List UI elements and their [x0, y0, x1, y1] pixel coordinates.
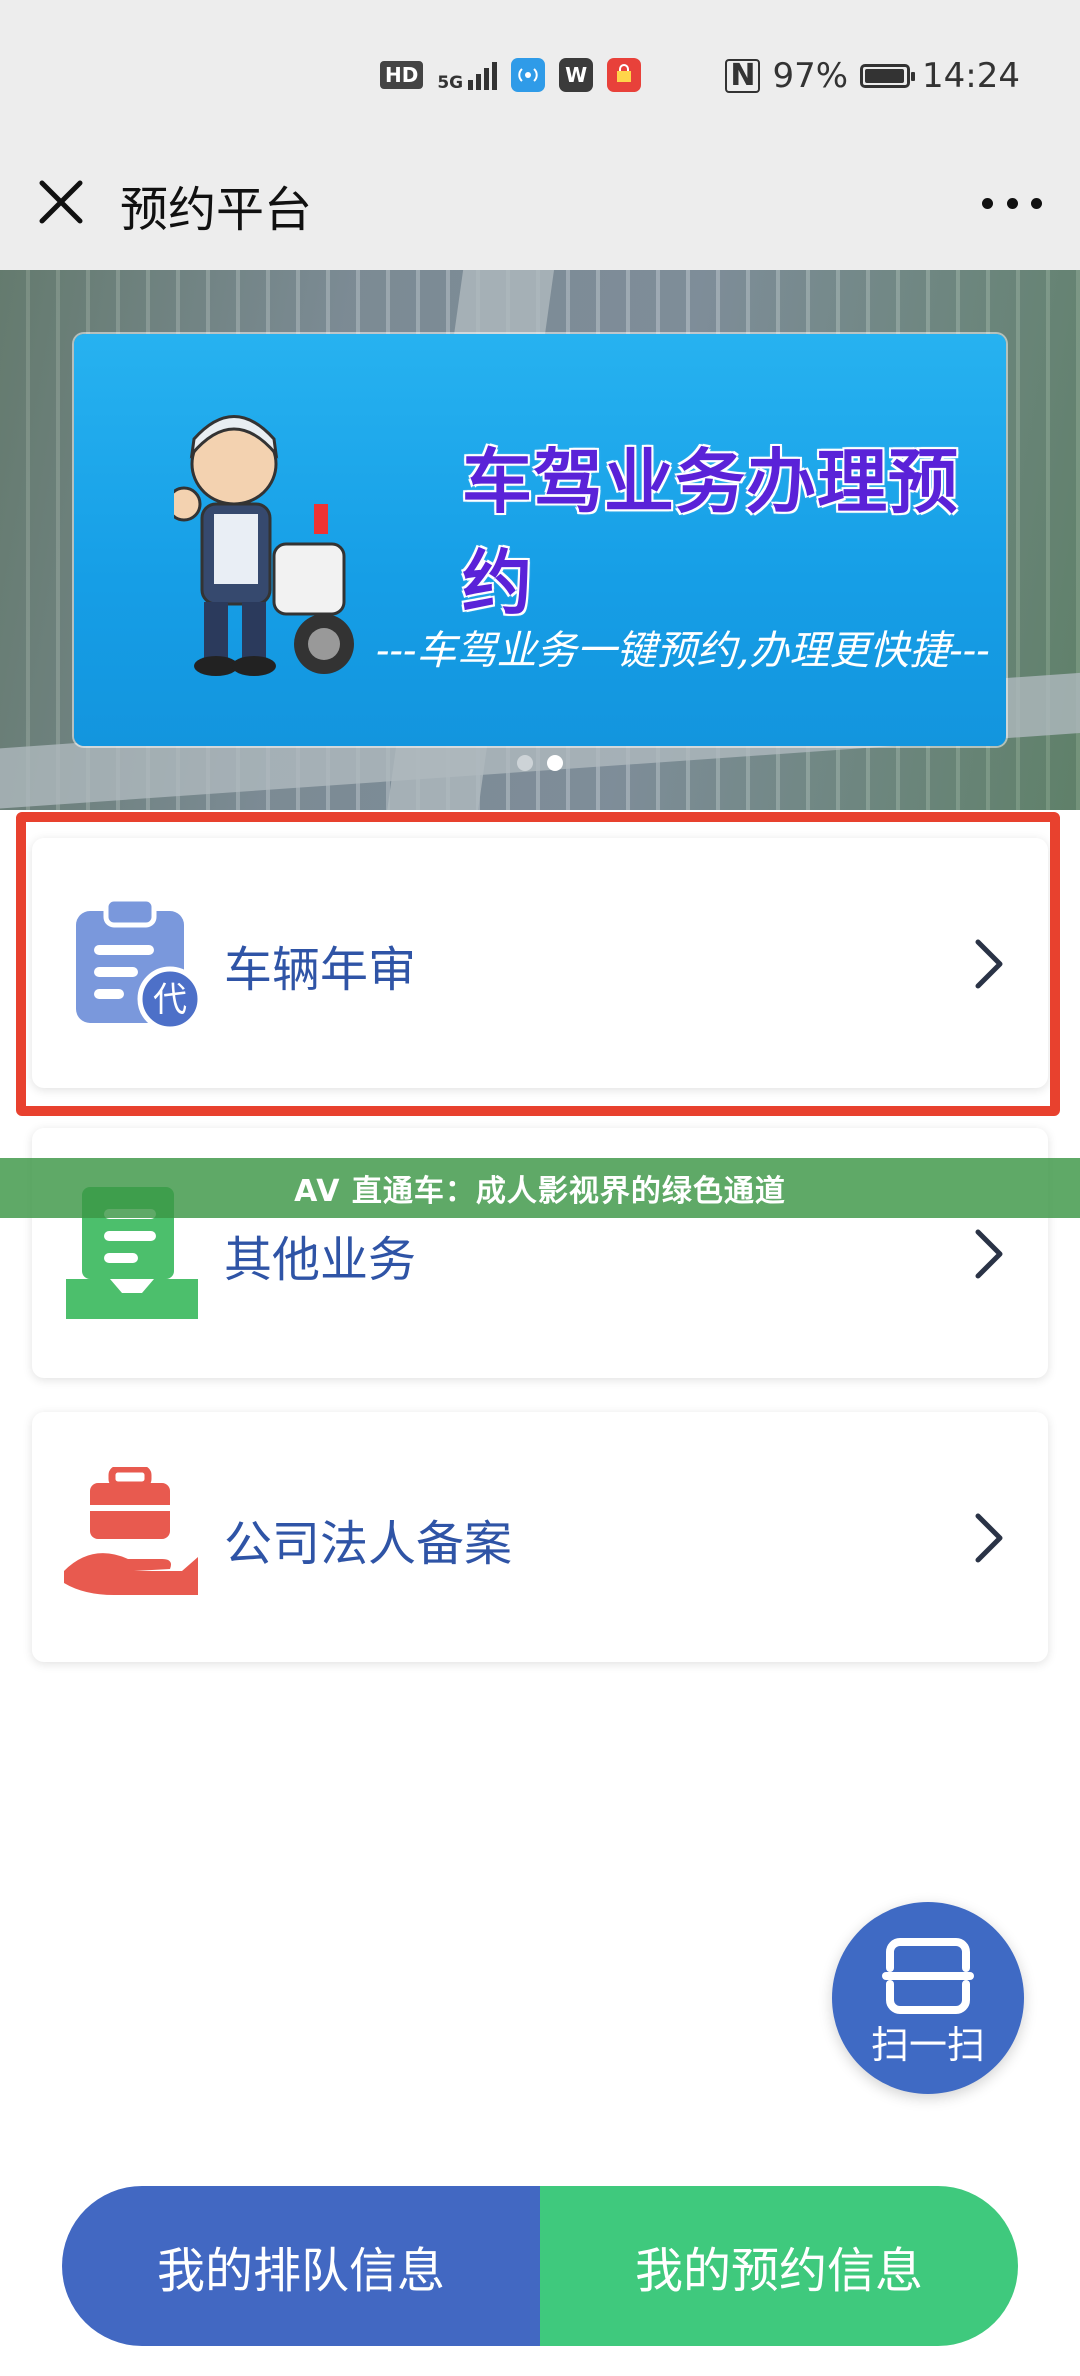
hero-carousel[interactable]: 车驾业务办理预约 ---车驾业务一键预约,办理更快捷---: [0, 270, 1080, 810]
more-dots-icon: [982, 197, 993, 209]
carousel-dot[interactable]: [517, 755, 533, 771]
nav-bar: 预约平台: [0, 148, 1080, 270]
screen: HD 5G W N 97% 14:24 预约平台 车驾业务办理预约 ---车驾业…: [0, 0, 1080, 2376]
clock: 14:24: [922, 56, 1020, 96]
wps-app-icon: W: [559, 58, 594, 92]
nfc-icon: N: [725, 59, 761, 93]
menu-item-company-filing[interactable]: 公司法人备案: [32, 1412, 1048, 1662]
battery-percent: 97%: [772, 56, 849, 96]
close-icon: [39, 180, 83, 224]
scan-label: 扫一扫: [870, 2023, 985, 2067]
chevron-right-icon: [975, 1229, 1003, 1279]
shopping-app-icon: [607, 58, 642, 92]
banner-subtitle: ---车驾业务一键预约,办理更快捷---: [376, 628, 990, 674]
overlay-text-banner: AV 直通车：成人影视界的绿色通道: [0, 1158, 1080, 1218]
status-icons-right: N 97% 14:24: [725, 56, 1020, 96]
proxy-badge: 代: [153, 980, 187, 1020]
menu-item-label: 车辆年审: [224, 942, 417, 998]
chevron-right-icon: [975, 1513, 1003, 1563]
network-type: 5G: [437, 73, 464, 93]
carousel-dot-active[interactable]: [547, 755, 563, 771]
menu-item-label: 其他业务: [224, 1232, 417, 1288]
hd-indicator: HD: [380, 61, 424, 89]
scan-icon: [882, 1938, 974, 2014]
my-queue-button[interactable]: 我的排队信息: [62, 2186, 540, 2346]
menu-item-label: 公司法人备案: [224, 1516, 513, 1572]
bottom-action-bar: 我的排队信息 我的预约信息: [62, 2186, 1018, 2346]
menu-item-vehicle-inspection[interactable]: 代 车辆年审: [32, 838, 1048, 1088]
my-booking-button[interactable]: 我的预约信息: [540, 2186, 1018, 2346]
status-bar: HD 5G W N 97% 14:24: [0, 0, 1080, 148]
carousel-indicator: [0, 755, 1080, 771]
signal-icon: 5G: [437, 60, 498, 93]
chevron-right-icon: [975, 939, 1003, 989]
banner-title: 车驾业务办理预约: [462, 441, 959, 624]
scan-button[interactable]: 扫一扫: [832, 1902, 1024, 2094]
page-title: 预约平台: [120, 182, 313, 238]
battery-icon: [860, 64, 916, 88]
banner-slide[interactable]: 车驾业务办理预约 ---车驾业务一键预约,办理更快捷---: [74, 334, 1006, 746]
status-icons-left: HD 5G W: [380, 58, 642, 93]
clipboard-proxy-icon: 代: [76, 896, 202, 1032]
more-options-button[interactable]: [982, 193, 1042, 213]
close-button[interactable]: [32, 173, 90, 231]
briefcase-hand-icon: [64, 1467, 198, 1595]
traffic-police-illustration-icon: [174, 415, 354, 676]
hotspot-app-icon: [511, 58, 546, 92]
